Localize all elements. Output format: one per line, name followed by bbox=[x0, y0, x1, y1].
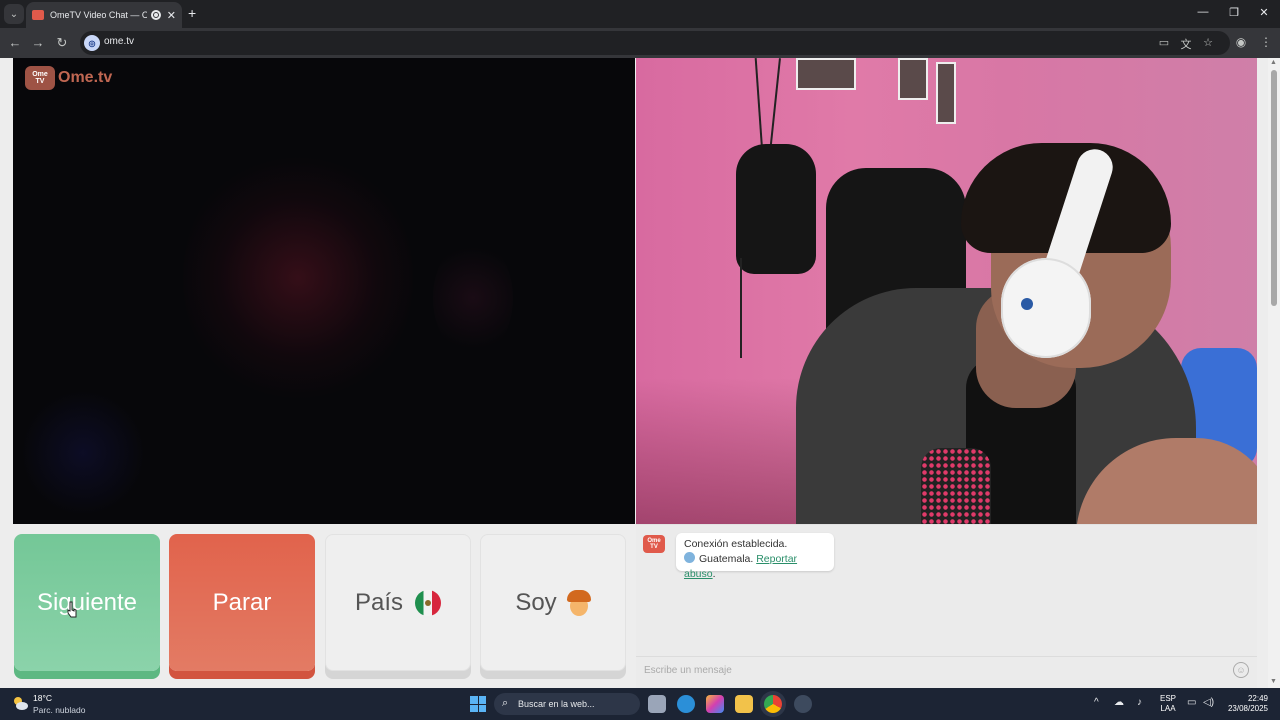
microphone bbox=[921, 448, 991, 524]
wall-frame bbox=[898, 58, 928, 100]
wall-shadow bbox=[636, 378, 816, 524]
bag-string bbox=[740, 258, 742, 358]
video-glow bbox=[23, 388, 143, 518]
logo-tv-icon: Ome TV bbox=[25, 66, 55, 90]
menu-dots-icon[interactable]: ⋮ bbox=[1258, 35, 1274, 49]
input-language[interactable]: ESP LAA bbox=[1160, 694, 1176, 714]
recording-icon bbox=[150, 10, 161, 20]
network-icon[interactable]: ▭ bbox=[1187, 697, 1196, 708]
video-glow bbox=[183, 148, 413, 408]
partner-country: Guatemala. bbox=[699, 553, 754, 565]
new-tab-button[interactable]: + bbox=[188, 5, 196, 21]
headphones-logo-icon bbox=[1021, 298, 1033, 310]
wall-frame bbox=[936, 62, 956, 124]
emoji-picker-icon[interactable]: ☺ bbox=[1233, 662, 1249, 678]
country-button-label: País bbox=[354, 588, 404, 616]
next-button-label: Siguiente bbox=[36, 588, 138, 616]
wall-frame bbox=[796, 58, 856, 90]
stop-button-label: Parar bbox=[212, 588, 272, 616]
tab-search-chevron-icon[interactable]: ⌄ bbox=[4, 4, 24, 24]
back-arrow-icon[interactable]: ← bbox=[7, 35, 23, 50]
ometv-favicon-icon bbox=[32, 10, 44, 20]
microphone-icon[interactable]: ♪ bbox=[1137, 697, 1142, 708]
gender-button-label: Soy bbox=[515, 588, 557, 616]
bag-string bbox=[769, 58, 781, 153]
task-view-icon[interactable] bbox=[648, 695, 666, 713]
boy-face-icon bbox=[566, 589, 591, 616]
browser-toolbar: ← → ↻ ◎ ome.tv ▭ 文 ☆ ◉ ⋮ bbox=[0, 28, 1280, 58]
tray-chevron-up-icon[interactable]: ^ bbox=[1094, 697, 1099, 708]
gender-button[interactable]: Soy bbox=[480, 534, 626, 671]
taskbar: 18°C Parc. nublado ⌕ Buscar en la web...… bbox=[0, 688, 1280, 720]
partly-cloudy-icon[interactable] bbox=[11, 695, 29, 711]
bag-string bbox=[754, 58, 764, 153]
chat-panel: Ome TV Conexión establecida. Guatemala. R… bbox=[636, 524, 1257, 688]
system-message: Conexión establecida. Guatemala. Reporta… bbox=[676, 533, 834, 580]
connection-status: Conexión establecida. bbox=[684, 538, 788, 550]
scroll-up-arrow-icon[interactable]: ▲ bbox=[1270, 59, 1277, 66]
message-input[interactable] bbox=[642, 661, 1222, 679]
bookmark-star-icon[interactable]: ☆ bbox=[1201, 36, 1215, 49]
weather-description[interactable]: Parc. nublado bbox=[33, 705, 85, 715]
stranger-video: Ome TV Ome.tv bbox=[13, 58, 635, 524]
taskbar-search-text: Buscar en la web... bbox=[518, 699, 595, 709]
weather-temperature[interactable]: 18°C bbox=[33, 693, 52, 703]
globe-icon bbox=[684, 552, 695, 563]
country-button[interactable]: País bbox=[325, 534, 471, 671]
reload-icon[interactable]: ↻ bbox=[54, 35, 70, 51]
translate-icon[interactable]: 文 bbox=[1179, 36, 1193, 52]
system-clock[interactable]: 22:49 23/08/2025 bbox=[1222, 694, 1268, 714]
scroll-down-arrow-icon[interactable]: ▼ bbox=[1270, 678, 1277, 685]
scroll-thumb[interactable] bbox=[1271, 70, 1277, 306]
ometv-page: Ome TV Ome.tv Siguiente Parar País Soy O… bbox=[0, 58, 1280, 688]
headphones-earcup bbox=[1001, 258, 1091, 358]
profile-icon[interactable]: ◉ bbox=[1233, 35, 1249, 49]
taskbar-search[interactable]: ⌕ Buscar en la web... bbox=[494, 693, 640, 715]
stop-button[interactable]: Parar bbox=[169, 534, 315, 671]
chrome-icon[interactable] bbox=[764, 695, 782, 713]
tab-close-icon[interactable]: ✕ bbox=[167, 9, 176, 22]
windows-start-icon[interactable] bbox=[470, 696, 486, 712]
minimize-icon[interactable]: — bbox=[1193, 6, 1213, 18]
cloud-sync-icon[interactable]: ☁ bbox=[1114, 697, 1124, 708]
url-text[interactable]: ome.tv bbox=[104, 36, 134, 47]
next-button[interactable]: Siguiente bbox=[14, 534, 160, 671]
location-line: Guatemala. Reportar abuso. bbox=[684, 552, 798, 580]
search-icon: ⌕ bbox=[502, 697, 509, 709]
edge-browser-icon[interactable] bbox=[677, 695, 695, 713]
backpack bbox=[736, 144, 816, 274]
mexico-flag-icon bbox=[415, 589, 442, 616]
window-close-icon[interactable]: ✕ bbox=[1254, 6, 1274, 19]
volume-icon[interactable]: ◁) bbox=[1203, 697, 1214, 708]
tab-ometv[interactable]: OmeTV Video Chat — OmeTV ✕ bbox=[26, 2, 182, 28]
tab-title: OmeTV Video Chat — OmeTV bbox=[50, 10, 147, 20]
page-scrollbar[interactable]: ▲ ▼ bbox=[1268, 58, 1280, 688]
copilot-icon[interactable] bbox=[706, 695, 724, 713]
forward-arrow-icon[interactable]: → bbox=[30, 35, 46, 50]
site-info-icon[interactable]: ◎ bbox=[84, 35, 100, 51]
video-glow bbox=[433, 238, 513, 358]
logo-text: Ome.tv bbox=[58, 69, 113, 86]
ometv-chat-logo-icon: Ome TV bbox=[643, 535, 665, 553]
mouse-pointer-icon bbox=[67, 601, 77, 618]
restore-icon[interactable]: ❐ bbox=[1224, 6, 1244, 19]
tab-strip: ⌄ OmeTV Video Chat — OmeTV ✕ + — ❐ ✕ bbox=[0, 0, 1280, 28]
settings-gear-icon[interactable] bbox=[794, 695, 812, 713]
address-bar[interactable]: ◎ ome.tv ▭ 文 ☆ bbox=[80, 31, 1230, 55]
self-video bbox=[636, 58, 1257, 524]
message-bar: ☺ bbox=[636, 656, 1257, 682]
file-explorer-icon[interactable] bbox=[735, 695, 753, 713]
ometv-logo: Ome TV Ome.tv bbox=[25, 66, 112, 90]
cast-icon[interactable]: ▭ bbox=[1157, 36, 1171, 49]
